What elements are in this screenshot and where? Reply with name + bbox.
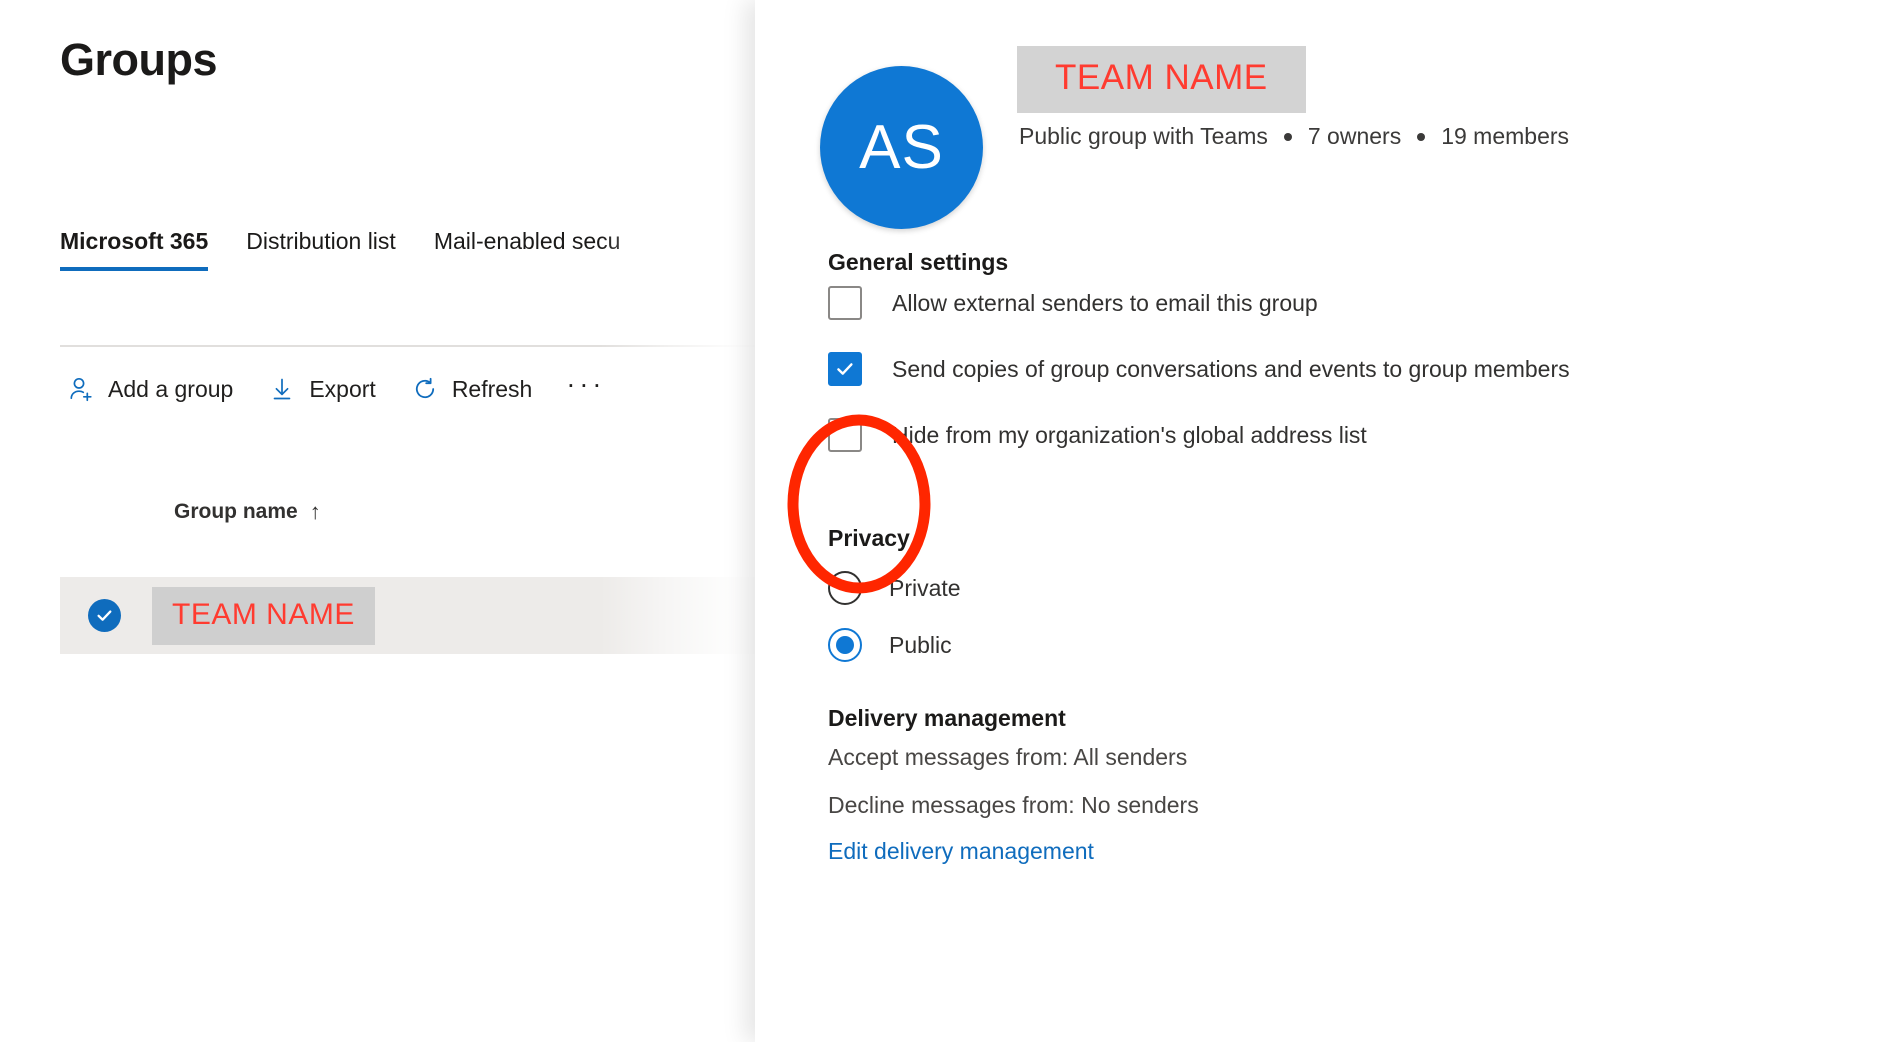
tab-label: Mail-enabled secu bbox=[433, 228, 621, 254]
group-meta: Public group with Teams 7 owners 19 memb… bbox=[1019, 123, 1569, 150]
column-header-label: Group name bbox=[174, 500, 298, 523]
avatar-initials: AS bbox=[859, 113, 944, 182]
tab-label: Microsoft 365 bbox=[60, 228, 209, 254]
sort-ascending-icon: ↑ bbox=[309, 499, 321, 524]
avatar: AS bbox=[820, 66, 983, 229]
refresh-button[interactable]: Refresh bbox=[410, 374, 533, 404]
checkbox-hide-from-gal[interactable]: Hide from my organization's global addre… bbox=[828, 418, 1367, 452]
radio-label: Private bbox=[889, 574, 961, 601]
download-arrow-icon bbox=[267, 374, 297, 404]
checkbox-label: Hide from my organization's global addre… bbox=[892, 421, 1367, 448]
checkbox-checked-icon[interactable] bbox=[828, 352, 862, 386]
checkbox-unchecked-icon[interactable] bbox=[828, 418, 862, 452]
detail-panel-header: AS TEAM NAME Public group with Teams 7 o… bbox=[755, 0, 1880, 250]
group-type-tabs: Microsoft 365 Distribution list Mail-ena… bbox=[60, 228, 658, 271]
screenshot-root: Groups Microsoft 365 Distribution list M… bbox=[0, 0, 1880, 1042]
edit-delivery-management-link[interactable]: Edit delivery management bbox=[828, 838, 1094, 865]
members-count-label: 19 members bbox=[1441, 123, 1570, 149]
row-group-name: TEAM NAME bbox=[172, 597, 355, 631]
refresh-circular-arrow-icon bbox=[410, 374, 440, 404]
export-button[interactable]: Export bbox=[267, 374, 376, 404]
ellipsis-icon: ··· bbox=[566, 369, 606, 399]
accept-messages-value: Accept messages from: All senders bbox=[828, 744, 1188, 770]
radio-unselected-icon[interactable] bbox=[828, 571, 862, 605]
export-label: Export bbox=[309, 375, 376, 402]
group-detail-panel: AS TEAM NAME Public group with Teams 7 o… bbox=[755, 0, 1880, 1042]
add-a-group-button[interactable]: Add a group bbox=[66, 374, 233, 404]
panel-shadow-overlay bbox=[600, 0, 770, 1042]
refresh-label: Refresh bbox=[451, 375, 533, 402]
toolbar-divider bbox=[60, 345, 770, 347]
bullet-separator-icon bbox=[1283, 132, 1292, 141]
group-title: TEAM NAME bbox=[1055, 58, 1268, 97]
bullet-separator-icon bbox=[1417, 132, 1426, 141]
tab-label: Distribution list bbox=[246, 228, 396, 254]
group-title-redaction-box: TEAM NAME bbox=[1017, 46, 1306, 113]
owners-count-label: 7 owners bbox=[1307, 123, 1402, 149]
checkbox-send-copies[interactable]: Send copies of group conversations and e… bbox=[828, 352, 1570, 386]
decline-messages-value: Decline messages from: No senders bbox=[828, 792, 1199, 818]
groups-list-page: Groups Microsoft 365 Distribution list M… bbox=[0, 0, 770, 1042]
checkbox-label: Allow external senders to email this gro… bbox=[892, 289, 1318, 316]
add-a-group-label: Add a group bbox=[108, 375, 234, 402]
column-header-group-name[interactable]: Group name ↑ bbox=[174, 500, 321, 524]
checkbox-allow-external-senders[interactable]: Allow external senders to email this gro… bbox=[828, 286, 1318, 320]
table-row[interactable]: TEAM NAME bbox=[60, 577, 770, 654]
radio-private[interactable]: Private bbox=[828, 571, 961, 605]
radio-public[interactable]: Public bbox=[828, 628, 952, 662]
tab-distribution-list[interactable]: Distribution list bbox=[246, 228, 396, 271]
group-type-label: Public group with Teams bbox=[1019, 123, 1268, 149]
general-settings-heading: General settings bbox=[828, 249, 1009, 275]
group-name-redaction-box: TEAM NAME bbox=[152, 586, 375, 645]
row-selected-check-icon[interactable] bbox=[88, 599, 121, 632]
privacy-heading: Privacy bbox=[828, 525, 910, 551]
add-user-icon bbox=[66, 374, 96, 404]
checkbox-label: Send copies of group conversations and e… bbox=[892, 355, 1570, 382]
page-title: Groups bbox=[60, 34, 218, 85]
tab-mail-enabled-security[interactable]: Mail-enabled secu bbox=[434, 228, 621, 271]
radio-label: Public bbox=[889, 631, 952, 658]
more-commands-button[interactable]: ··· bbox=[566, 369, 606, 401]
command-bar: Add a group Export Refresh ··· bbox=[66, 369, 639, 404]
delivery-management-heading: Delivery management bbox=[828, 705, 1066, 731]
tab-microsoft-365[interactable]: Microsoft 365 bbox=[60, 228, 209, 271]
radio-selected-icon[interactable] bbox=[828, 628, 862, 662]
checkbox-unchecked-icon[interactable] bbox=[828, 286, 862, 320]
